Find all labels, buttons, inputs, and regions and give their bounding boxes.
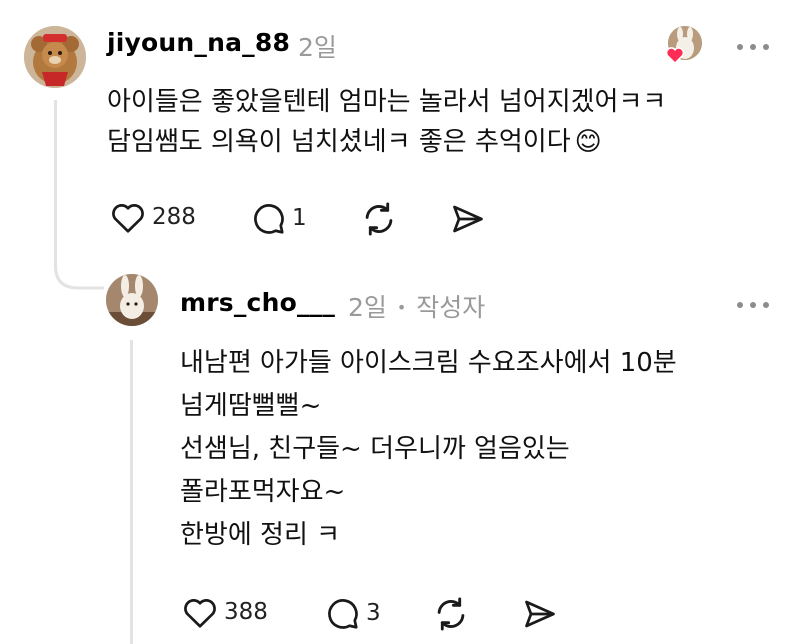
more-options-button[interactable]	[737, 42, 769, 52]
share-button[interactable]	[450, 202, 486, 236]
author-tag: 작성자	[416, 293, 486, 322]
reply-count: 3	[366, 600, 381, 626]
send-icon	[525, 600, 555, 628]
more-dots-icon	[737, 44, 743, 50]
reply-thread-line	[130, 340, 133, 644]
reply-line: 선샘님, 친구들~ 더우니까 얼음있는	[180, 434, 570, 464]
like-count: 288	[152, 204, 196, 230]
reply-body: 내남편 아가들 아이스크림 수요조사에서 10분 넘게땀뻘뻘~ 선샘님, 친구들…	[180, 342, 677, 557]
speech-bubble-icon	[328, 599, 358, 629]
avatar[interactable]	[106, 274, 158, 326]
teddy-bear-avatar-image	[24, 26, 86, 88]
reply-line: 폴라포먹자요~	[180, 477, 346, 507]
comment-username[interactable]: jiyoun_na_88	[107, 28, 290, 57]
thread-connector-line	[54, 100, 57, 270]
avatar[interactable]	[24, 26, 86, 88]
like-button[interactable]: 388	[182, 595, 268, 629]
repost-icon	[365, 202, 393, 236]
more-options-button[interactable]	[737, 300, 769, 310]
more-dots-icon	[737, 302, 743, 308]
repost-button[interactable]	[360, 200, 398, 238]
send-icon	[453, 205, 483, 233]
speech-bubble-icon	[254, 204, 284, 234]
reply-meta: 2일 • 작성자	[348, 288, 485, 324]
share-button[interactable]	[522, 597, 558, 631]
reply-line: 내남편 아가들 아이스크림 수요조사에서 10분	[180, 348, 677, 378]
repost-icon	[437, 597, 465, 631]
comment-body: 아이들은 좋았을텐테 엄마는 놀라서 넘어지겠어ㅋㅋ 담임쌤도 의욕이 넘치셨네…	[107, 82, 666, 162]
like-button[interactable]: 288	[110, 200, 196, 234]
comment-line: 아이들은 좋았을텐테 엄마는 놀라서 넘어지겠어ㅋㅋ	[107, 87, 667, 117]
reply-button[interactable]: 1	[250, 200, 307, 236]
reply-button[interactable]: 3	[324, 595, 381, 631]
comment-line: 담임쌤도 의욕이 넘치셨네ㅋ 좋은 추억이다 😊	[107, 127, 602, 157]
like-count: 388	[224, 599, 268, 625]
heart-badge-icon	[665, 47, 685, 64]
liked-by-author-badge	[665, 26, 705, 66]
bunny-doll-avatar-image	[106, 274, 158, 326]
heart-icon	[184, 599, 216, 628]
heart-icon	[112, 204, 144, 233]
reply-count: 1	[292, 205, 307, 231]
meta-separator: •	[396, 298, 407, 317]
reply-line: 한방에 정리 ㅋ	[180, 520, 341, 550]
repost-button[interactable]	[432, 595, 470, 633]
thread-connector-curve	[54, 266, 104, 290]
reply-line: 넘게땀뻘뻘~	[180, 391, 322, 421]
reply-timestamp: 2일	[348, 293, 387, 322]
reply-username[interactable]: mrs_cho___	[180, 288, 335, 317]
smiling-face-emoji: 😊	[574, 127, 602, 157]
comment-timestamp: 2일	[298, 33, 337, 62]
